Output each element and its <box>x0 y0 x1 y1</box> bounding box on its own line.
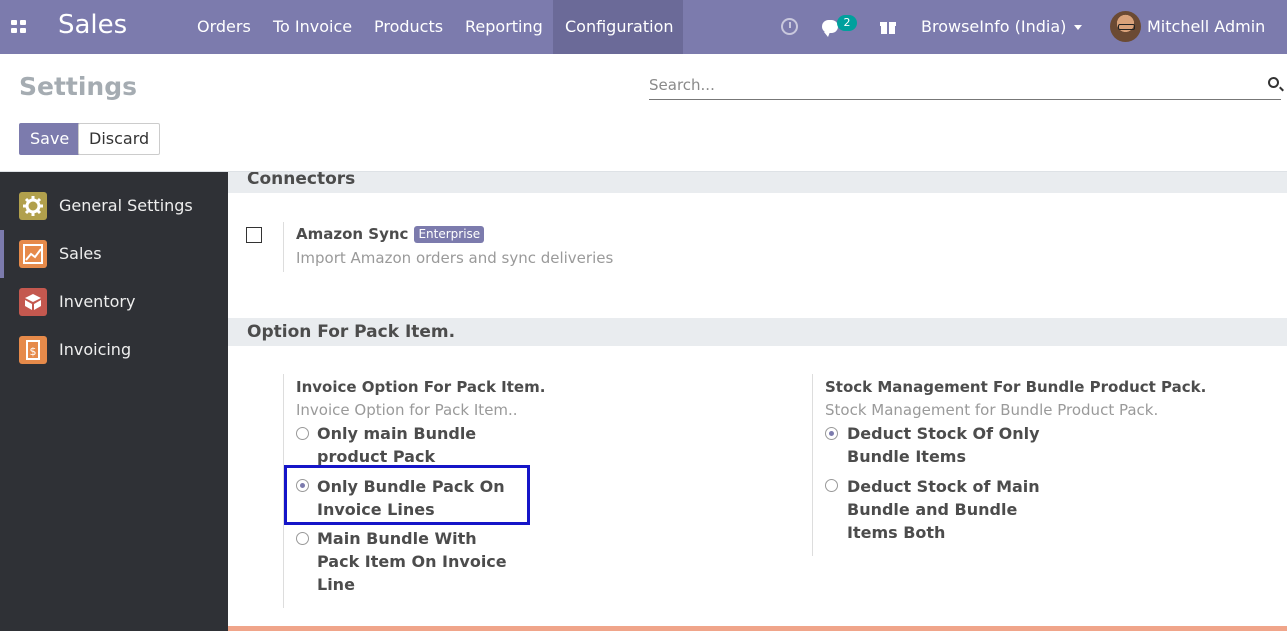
sidebar-item-label: Sales <box>59 244 102 263</box>
divider <box>283 222 284 272</box>
option-line: Only Bundle Pack On <box>317 477 505 496</box>
discard-button[interactable]: Discard <box>78 123 161 155</box>
section-header-pack: Option For Pack Item. <box>228 318 1287 346</box>
user-name[interactable]: Mitchell Admin <box>1147 0 1265 54</box>
option-line: Only main Bundle <box>317 424 477 443</box>
radio-label-deduct-main-and-bundle[interactable]: Deduct Stock of Main Bundle and Bundle I… <box>847 475 1040 544</box>
sidebar-item-label: Invoicing <box>59 340 132 359</box>
activity-clock-icon[interactable] <box>781 18 798 35</box>
option-line: Bundle and Bundle <box>847 500 1018 519</box>
amazon-sync-label: Amazon Sync <box>296 225 409 243</box>
radio-only-bundle-pack[interactable] <box>296 479 309 492</box>
chevron-down-icon <box>1074 25 1083 30</box>
radio-label-main-bundle-with-pack[interactable]: Main Bundle With Pack Item On Invoice Li… <box>317 527 507 596</box>
invoice-option-description: Invoice Option for Pack Item.. <box>296 401 518 419</box>
settings-content: Connectors Amazon Sync Enterprise Import … <box>228 172 1287 631</box>
option-line: Items Both <box>847 523 946 542</box>
search-input[interactable] <box>649 72 1249 98</box>
stock-option-title: Stock Management For Bundle Product Pack… <box>825 378 1207 396</box>
top-navbar: Sales Orders To Invoice Products Reporti… <box>0 0 1287 54</box>
menu-configuration[interactable]: Configuration <box>553 0 683 54</box>
section-header-connectors: Connectors <box>228 172 1287 193</box>
sidebar-item-general-settings[interactable]: General Settings <box>0 182 228 230</box>
option-line: Deduct Stock Of Only <box>847 424 1040 443</box>
amazon-sync-description: Import Amazon orders and sync deliveries <box>296 249 614 267</box>
chart-icon <box>19 240 47 268</box>
gear-icon <box>19 192 47 220</box>
radio-main-bundle-with-pack[interactable] <box>296 532 309 545</box>
page-title: Settings <box>19 72 138 101</box>
amazon-sync-title: Amazon Sync Enterprise <box>296 225 485 243</box>
option-line: Invoice Lines <box>317 500 435 519</box>
radio-label-deduct-only-bundle[interactable]: Deduct Stock Of Only Bundle Items <box>847 422 1040 468</box>
radio-label-only-main-bundle[interactable]: Only main Bundle product Pack <box>317 422 476 468</box>
amazon-sync-checkbox[interactable] <box>246 227 262 243</box>
company-switcher[interactable]: BrowseInfo (India) <box>921 0 1083 54</box>
sidebar-item-label: General Settings <box>59 196 193 215</box>
invoice-option-title: Invoice Option For Pack Item. <box>296 378 546 396</box>
option-line: Line <box>317 575 355 594</box>
menu-reporting[interactable]: Reporting <box>453 0 555 54</box>
apps-menu-icon[interactable] <box>11 20 27 34</box>
menu-orders[interactable]: Orders <box>185 0 263 54</box>
sidebar-item-inventory[interactable]: Inventory <box>0 278 228 326</box>
stock-option-description: Stock Management for Bundle Product Pack… <box>825 401 1159 419</box>
option-line: Bundle Items <box>847 447 966 466</box>
settings-sidebar: General Settings Sales Inventory $ Invoi… <box>0 172 228 631</box>
sidebar-item-label: Inventory <box>59 292 136 311</box>
invoice-icon: $ <box>19 336 47 364</box>
search-icon[interactable] <box>1268 77 1279 88</box>
radio-label-only-bundle-pack[interactable]: Only Bundle Pack On Invoice Lines <box>317 475 505 521</box>
bottom-accent-bar <box>228 626 1287 631</box>
search-bar <box>649 72 1281 100</box>
option-line: Main Bundle With <box>317 529 477 548</box>
svg-text:$: $ <box>30 345 37 358</box>
radio-deduct-only-bundle[interactable] <box>825 427 838 440</box>
option-line: Pack Item On Invoice <box>317 552 507 571</box>
divider <box>812 374 813 556</box>
gift-icon[interactable] <box>880 20 896 34</box>
save-button[interactable]: Save <box>19 123 81 155</box>
sidebar-item-sales[interactable]: Sales <box>0 230 228 278</box>
enterprise-badge: Enterprise <box>414 226 485 243</box>
radio-only-main-bundle[interactable] <box>296 427 309 440</box>
sidebar-item-invoicing[interactable]: $ Invoicing <box>0 326 228 374</box>
control-panel: Settings Save Discard <box>0 54 1287 172</box>
messages-chat-icon[interactable] <box>822 20 838 37</box>
user-avatar[interactable] <box>1110 11 1141 42</box>
menu-to-invoice[interactable]: To Invoice <box>261 0 364 54</box>
company-name: BrowseInfo (India) <box>921 17 1067 36</box>
menu-products[interactable]: Products <box>362 0 455 54</box>
app-brand[interactable]: Sales <box>58 10 127 40</box>
radio-deduct-main-and-bundle[interactable] <box>825 479 838 492</box>
option-line: Deduct Stock of Main <box>847 477 1040 496</box>
message-count-badge: 2 <box>837 15 857 31</box>
box-icon <box>19 288 47 316</box>
